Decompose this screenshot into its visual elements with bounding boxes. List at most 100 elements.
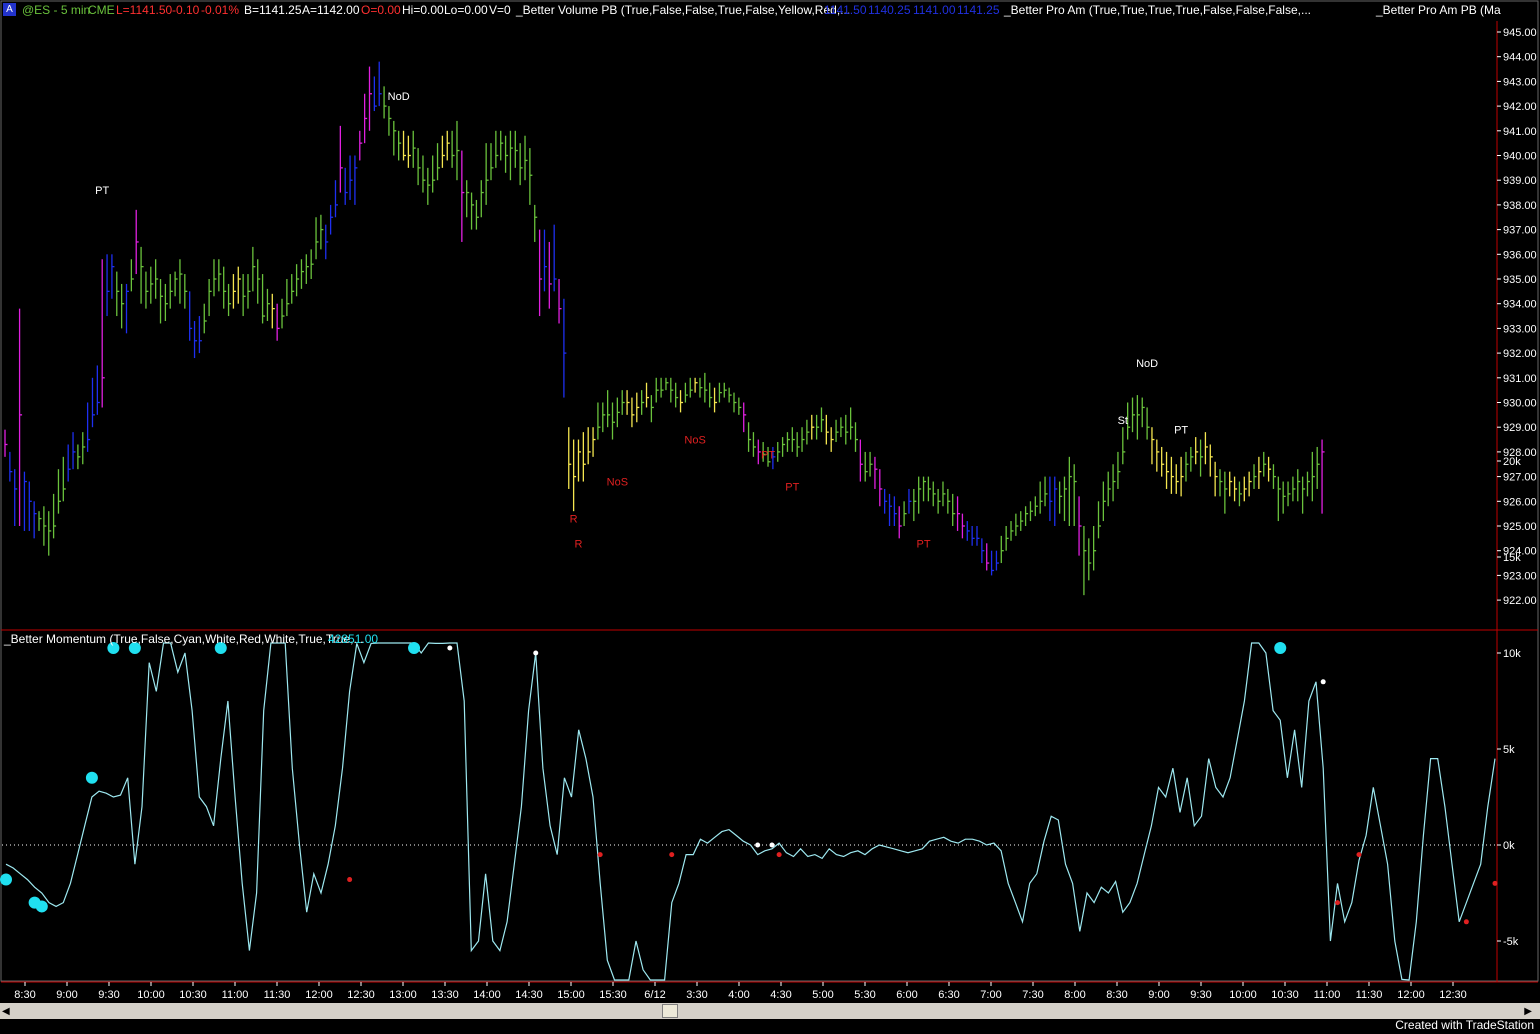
price-tick-label: 930.00	[1503, 398, 1537, 410]
momentum-marker-red	[597, 852, 603, 858]
exchange-label: CME	[88, 3, 115, 17]
momentum-study-value: 42851.00	[328, 632, 379, 646]
time-tick-label: 8:30	[14, 989, 35, 1001]
open-price: O=0.00	[361, 3, 401, 17]
bar-annotation: R	[575, 538, 583, 550]
time-tick-label: 10:30	[1271, 989, 1299, 1001]
price-tick-label: 925.00	[1503, 521, 1537, 533]
price-tick-label: 922.00	[1503, 595, 1537, 607]
time-tick-label: 6:30	[938, 989, 959, 1001]
bar-annotation: NoS	[607, 477, 628, 489]
price-tick-label: 942.00	[1503, 101, 1537, 113]
volume-value: V=0	[489, 3, 511, 17]
price-tick-label: 944.00	[1503, 52, 1537, 64]
price-tick-label: 938.00	[1503, 200, 1537, 212]
time-tick-label: 12:30	[1439, 989, 1467, 1001]
bar-annotation: NoD	[388, 91, 410, 103]
momentum-study-label[interactable]: _Better Momentum (True,False,Cyan,White,…	[4, 632, 363, 646]
momentum-marker-white	[533, 650, 539, 656]
last-price: L=1141.50	[116, 3, 173, 17]
time-tick-label: 13:30	[431, 989, 459, 1001]
time-tick-label: 15:00	[557, 989, 585, 1001]
study-volume-pb-value-3: 1141.00	[913, 3, 956, 17]
momentum-marker-white	[755, 842, 761, 848]
trading-chart[interactable]: 945.00 944.00 943.00 942.00 941.00 940.00 939.…	[0, 0, 1540, 1003]
time-tick-label: 6/12	[644, 989, 665, 1001]
study-volume-pb-value-2: 1140.25	[868, 3, 911, 17]
momentum-tick-label: 10k	[1503, 648, 1521, 660]
momentum-tick-label: -5k	[1503, 936, 1519, 948]
time-tick-label: 10:00	[137, 989, 165, 1001]
time-tick-label: 11:30	[264, 989, 291, 1001]
credit-label: Created with TradeStation	[1395, 1018, 1534, 1032]
price-tick-label: 939.00	[1503, 175, 1537, 187]
scroll-left-icon[interactable]: ◀	[2, 1006, 10, 1017]
time-tick-label: 12:00	[305, 989, 333, 1001]
price-tick-label: 923.00	[1503, 570, 1537, 582]
momentum-tick-label: 20k	[1503, 456, 1521, 468]
time-tick-label: 9:00	[56, 989, 77, 1001]
bar-annotation: PT	[761, 449, 775, 461]
symbol-icon[interactable]: A	[3, 3, 16, 16]
momentum-marker-large	[0, 873, 12, 886]
time-tick-label: 11:00	[1314, 989, 1341, 1001]
time-tick-label: 14:30	[515, 989, 543, 1001]
momentum-marker-white	[1320, 679, 1326, 685]
time-tick-label: 5:30	[854, 989, 875, 1001]
time-tick-label: 11:00	[222, 989, 249, 1001]
bar-annotation: R	[570, 514, 578, 526]
high-price: Hi=0.00	[402, 3, 444, 17]
time-tick-label: 10:00	[1229, 989, 1257, 1001]
time-tick-label: 10:30	[179, 989, 207, 1001]
price-tick-label: 945.00	[1503, 27, 1537, 39]
price-tick-label: 929.00	[1503, 422, 1537, 434]
momentum-marker-white	[769, 842, 775, 848]
bar-annotation: PT	[917, 538, 931, 550]
bar-annotation: St	[1118, 415, 1128, 427]
time-tick-label: 6:00	[896, 989, 917, 1001]
time-tick-label: 11:30	[1356, 989, 1383, 1001]
time-tick-label: 8:00	[1064, 989, 1085, 1001]
momentum-marker-red	[1356, 852, 1362, 858]
bar-annotation: PT	[1174, 425, 1188, 437]
price-tick-label: 940.00	[1503, 151, 1537, 163]
time-tick-label: 9:00	[1148, 989, 1169, 1001]
time-tick-label: 12:30	[347, 989, 375, 1001]
momentum-marker-large	[35, 900, 48, 913]
bar-annotation: PT	[785, 481, 799, 493]
scroll-right-icon[interactable]: ▶	[1524, 1006, 1532, 1017]
momentum-marker-red	[669, 852, 675, 858]
time-tick-label: 8:30	[1106, 989, 1127, 1001]
price-tick-label: 926.00	[1503, 496, 1537, 508]
momentum-marker-red	[1335, 900, 1341, 906]
momentum-marker-white	[447, 645, 453, 651]
momentum-marker-red	[347, 877, 353, 883]
bar-annotation: PT	[95, 185, 109, 197]
horizontal-scrollbar[interactable]: ◀ ▶	[0, 1003, 1540, 1019]
time-tick-label: 14:00	[473, 989, 501, 1001]
net-change-pct: -0.01%	[201, 3, 240, 17]
study-volume-pb-label[interactable]: _Better Volume PB (True,False,False,True…	[516, 3, 850, 17]
momentum-tick-label: 0k	[1503, 840, 1515, 852]
bar-annotation: NoD	[1136, 358, 1158, 370]
momentum-marker-red	[1463, 919, 1469, 925]
price-tick-label: 933.00	[1503, 323, 1537, 335]
momentum-line	[5, 642, 1496, 981]
time-tick-label: 7:00	[980, 989, 1001, 1001]
momentum-tick-label: 15k	[1503, 552, 1521, 564]
bar-annotation: NoS	[684, 435, 705, 447]
price-tick-label: 943.00	[1503, 76, 1537, 88]
price-tick-label: 941.00	[1503, 126, 1537, 138]
study-pro-am-pb-label[interactable]: _Better Pro Am PB (Ma	[1376, 3, 1501, 17]
study-volume-pb-value-4: 1141.25	[957, 3, 1000, 17]
price-tick-label: 932.00	[1503, 348, 1537, 360]
scrollbar-thumb[interactable]	[662, 1004, 678, 1018]
symbol-label: @ES - 5 min	[22, 3, 91, 17]
study-pro-am-label[interactable]: _Better Pro Am (True,True,True,True,Fals…	[1004, 3, 1311, 17]
momentum-tick-label: 5k	[1503, 744, 1515, 756]
momentum-marker-large	[85, 771, 98, 784]
low-price: Lo=0.00	[444, 3, 488, 17]
time-tick-label: 13:00	[389, 989, 417, 1001]
time-tick-label: 9:30	[1190, 989, 1211, 1001]
price-tick-label: 936.00	[1503, 249, 1537, 261]
